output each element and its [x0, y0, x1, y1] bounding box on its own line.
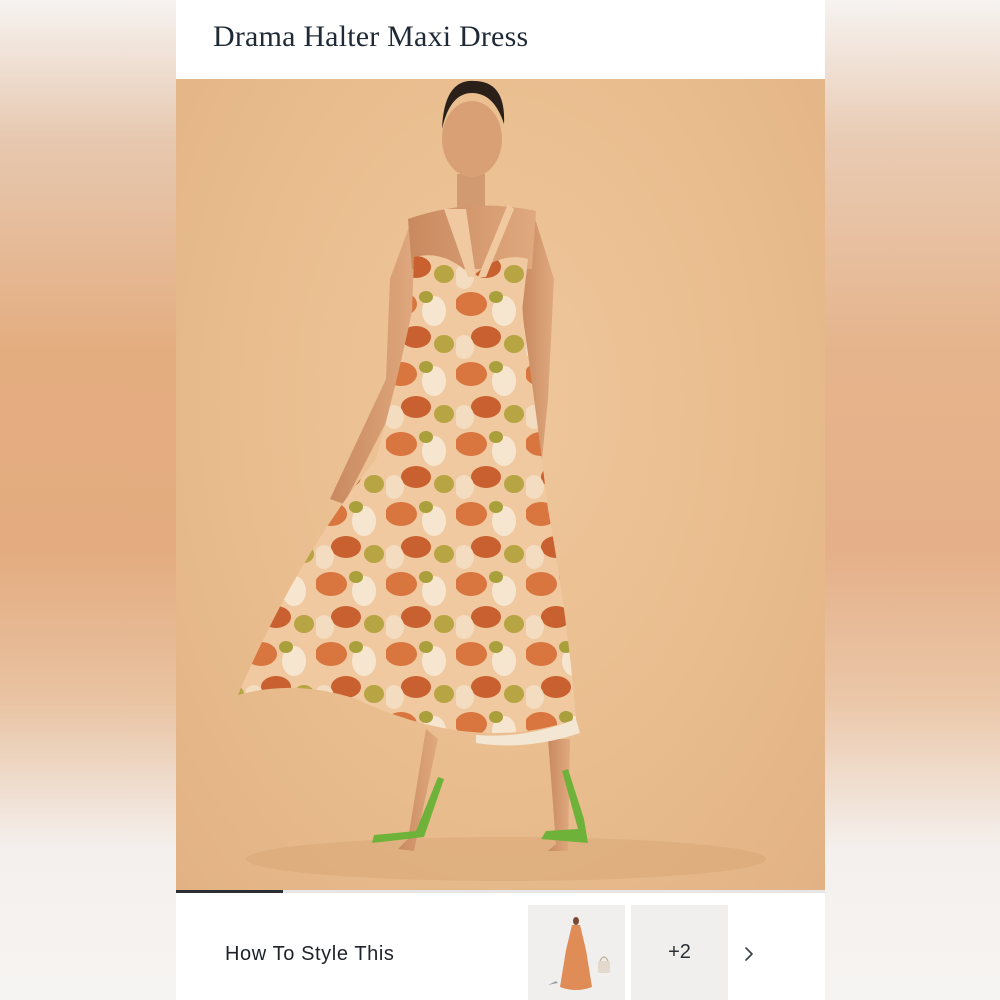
more-looks-count: +2 [668, 941, 691, 963]
how-to-style-label: How To Style This [225, 943, 395, 965]
blurred-background-left [0, 0, 176, 1000]
chevron-right-icon[interactable] [738, 941, 760, 967]
product-card: Drama Halter Maxi Dress How To Style Thi… [176, 0, 825, 1000]
outfit-thumbnail-image [528, 905, 625, 1000]
more-looks-tile[interactable]: +2 [631, 905, 728, 1000]
product-title: Drama Halter Maxi Dress [213, 20, 529, 53]
how-to-style-section[interactable]: How To Style This +2 [176, 893, 825, 1000]
title-bar: Drama Halter Maxi Dress [176, 0, 825, 79]
blurred-background-right [824, 0, 1000, 1000]
product-photo[interactable] [176, 79, 825, 890]
style-thumbnail[interactable] [528, 905, 625, 1000]
model-illustration [238, 80, 766, 881]
